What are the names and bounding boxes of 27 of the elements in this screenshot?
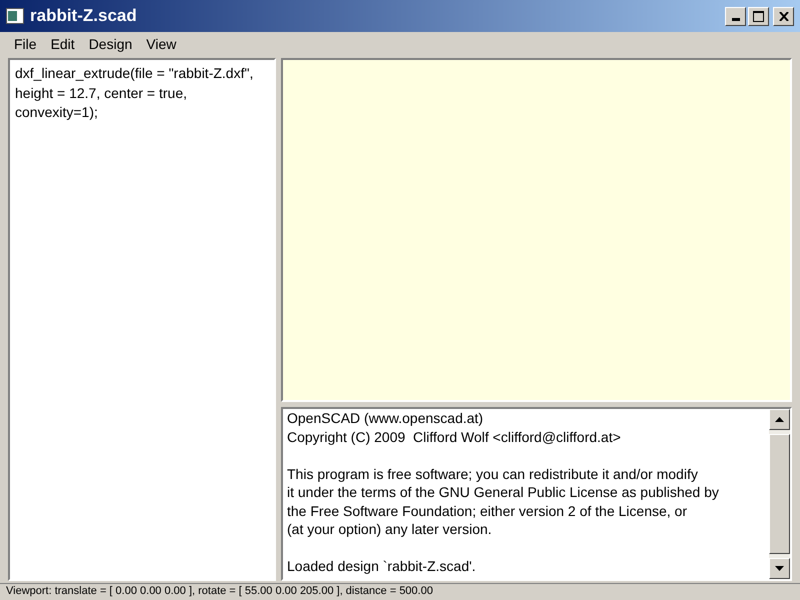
console-line: (at your option) any later version. [287,520,493,538]
close-icon [778,12,788,20]
console-line: it under the terms of the GNU General Public License as published by [287,483,720,502]
menu-item[interactable]: Edit [44,36,82,52]
minimize-button[interactable] [725,6,746,26]
menu-item[interactable]: Design [82,36,140,52]
console-line: OpenSCAD (www.openscad.at) [287,409,484,428]
scroll-down-button[interactable] [769,558,790,579]
menu-item[interactable]: View [139,36,184,52]
console-line: This program is free software; you can redistribute it and/or modify [287,464,699,483]
console-line: Loaded design `rabbit-Z.scad'. [287,557,477,576]
close-button[interactable] [773,6,794,26]
console-line: the Free Software Foundation; either version 2 of the License, or [287,502,688,520]
menu-item[interactable]: File [7,36,44,52]
minimize-icon [732,18,740,21]
up-arrow-icon [775,417,784,422]
down-arrow-icon [775,566,784,571]
console-line: Copyright (C) 2009 Clifford Wolf <clifford@clifford.at> [287,428,622,446]
app-icon [6,8,24,24]
code-editor[interactable]: dxf_linear_extrude(file = "rabbit-Z.dxf", height = 12.7, center = true, convexity=1); [8,58,276,581]
maximize-button[interactable] [748,6,769,26]
scroll-thumb[interactable] [769,434,790,554]
maximize-icon [753,10,764,22]
window-title: rabbit-Z.scad [30,6,138,26]
status-text: Viewport: translate = [ 0.00 0.00 0.00 ], rotate = [ 55.00 0.00 205.00 ], distance = 500.00 [6,585,433,597]
scroll-up-button[interactable] [769,409,790,430]
scrollbar[interactable] [769,409,790,579]
